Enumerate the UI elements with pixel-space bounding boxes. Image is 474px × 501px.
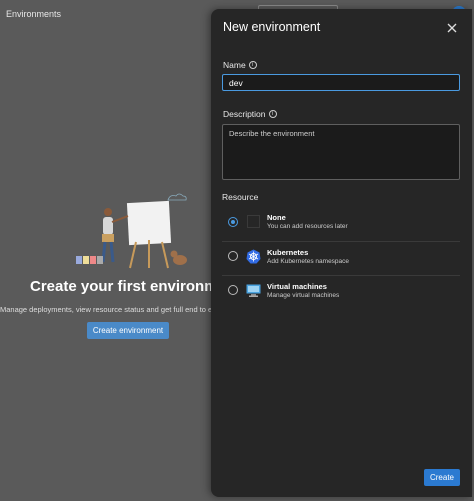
resource-title: Virtual machines [267, 281, 327, 291]
resource-subtitle: Add Kubernetes namespace [267, 257, 350, 265]
resource-title: None [267, 213, 286, 222]
create-environment-button[interactable]: Create environment [87, 322, 169, 339]
close-button[interactable] [445, 21, 459, 35]
empty-state-title: Create your first environment [30, 278, 241, 295]
painter-illustration [76, 193, 187, 269]
name-input[interactable] [222, 74, 460, 91]
name-label: Name [223, 60, 246, 70]
resource-option-kubernetes[interactable]: Kubernetes Add Kubernetes namespace [222, 241, 460, 270]
empty-state-description: Manage deployments, view resource status… [0, 305, 221, 314]
resource-subtitle: You can add resources later [267, 223, 348, 230]
info-icon[interactable]: i [248, 61, 257, 69]
resource-option-none[interactable]: None You can add resources later [222, 207, 460, 236]
resource-option-virtual-machines[interactable]: Virtual machines Manage virtual machines [222, 275, 460, 304]
name-label-row: Name i [223, 60, 257, 70]
create-button[interactable]: Create [424, 469, 460, 486]
close-icon [447, 23, 457, 33]
radio-virtual-machines[interactable] [228, 285, 238, 295]
kubernetes-icon [246, 249, 261, 264]
resource-label: Resource [222, 192, 259, 202]
resource-title: Kubernetes [267, 247, 309, 257]
empty-box-icon [246, 214, 261, 229]
description-label-row: Description i [223, 109, 277, 119]
new-environment-panel: New environment Name i Description i Res… [211, 9, 472, 497]
resource-subtitle: Manage virtual machines [267, 291, 340, 299]
description-input[interactable] [222, 124, 460, 180]
page-title: Environments [6, 9, 62, 19]
panel-title: New environment [223, 20, 321, 34]
description-label: Description [223, 109, 266, 119]
info-icon[interactable]: i [268, 110, 277, 118]
virtual-machine-icon [246, 283, 261, 298]
radio-kubernetes[interactable] [228, 251, 238, 261]
radio-none[interactable] [228, 216, 238, 227]
